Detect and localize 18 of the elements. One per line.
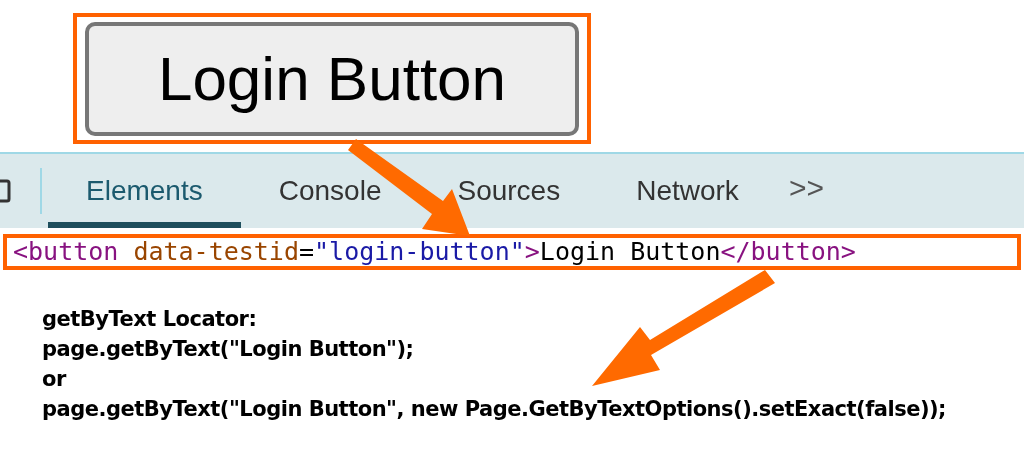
device-icon — [0, 178, 12, 204]
login-button[interactable]: Login Button — [85, 21, 579, 136]
explanation-line: page.getByText("Login Button", new Page.GetByTextOptions().setExact(false)); — [42, 396, 947, 422]
explanation-line: or — [42, 366, 68, 392]
explanation-line: page.getByText("Login Button"); — [42, 336, 415, 362]
attribute-name: data-testid — [132, 236, 299, 269]
attribute-value: "login-button" — [314, 236, 525, 269]
tab[interactable]: Console — [240, 154, 420, 228]
html-tag: <button — [13, 233, 119, 271]
explanation-line: getByText Locator: — [42, 306, 258, 332]
html-tag: </button> — [720, 233, 856, 271]
code-text: = — [299, 236, 315, 269]
tab[interactable]: Sources — [419, 154, 599, 228]
html-tag: > — [524, 233, 540, 271]
tab[interactable]: Elements — [48, 154, 241, 228]
tab[interactable]: Network — [598, 154, 777, 228]
code-text: Login Button — [539, 236, 721, 269]
more-tabs-button[interactable]: >> — [788, 164, 824, 210]
